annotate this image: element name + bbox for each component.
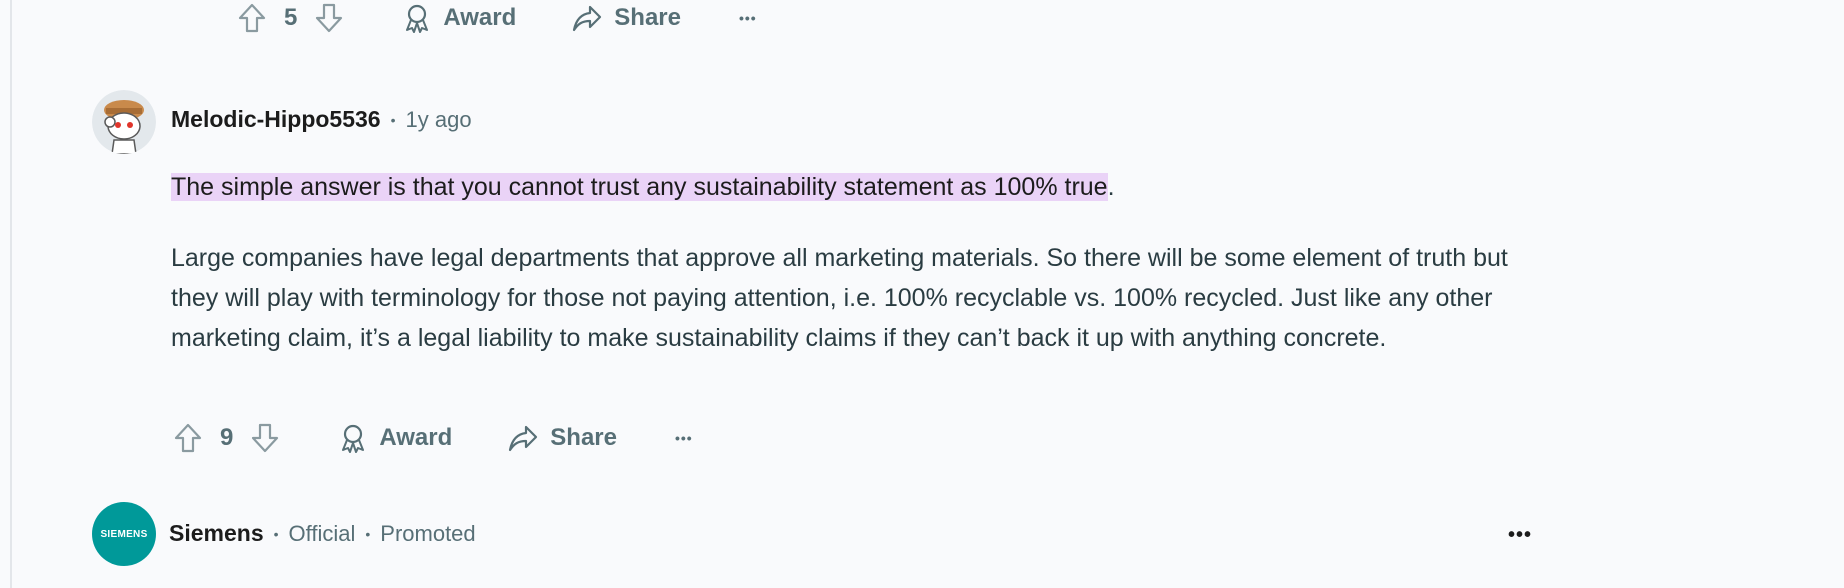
promoted-more-button[interactable]: ••• [1508, 524, 1532, 547]
promoted-header: Siemens • Official • Promoted [169, 520, 476, 547]
share-button[interactable]: Share [572, 4, 681, 32]
comment-first-line: The simple answer is that you cannot tru… [171, 167, 1541, 207]
comment-author[interactable]: Melodic-Hippo5536 [171, 106, 381, 133]
promoted-author[interactable]: Siemens [169, 520, 264, 547]
siemens-logo[interactable]: SIEMENS [92, 502, 156, 566]
share-icon [572, 4, 602, 32]
comment-timestamp[interactable]: 1y ago [406, 107, 472, 133]
comment-body: The simple answer is that you cannot tru… [171, 167, 1541, 207]
highlight-tail: . [1107, 173, 1115, 201]
share-label: Share [614, 4, 681, 31]
award-button[interactable]: Award [403, 3, 516, 33]
share-button[interactable]: Share [508, 424, 617, 452]
separator-dot: • [273, 525, 279, 542]
thread-line [10, 0, 12, 588]
award-label: Award [443, 4, 517, 31]
snoo-avatar-icon [92, 90, 156, 154]
award-icon [403, 3, 431, 33]
upvote-icon[interactable] [172, 422, 204, 454]
vote-count: 5 [284, 4, 298, 31]
separator-dot: • [365, 525, 371, 542]
logo-text: SIEMENS [100, 528, 148, 540]
upvote-icon[interactable] [236, 2, 268, 34]
official-label: Official [288, 520, 356, 546]
more-options-button[interactable]: ••• [675, 430, 693, 446]
highlighted-text: The simple answer is that you cannot tru… [171, 173, 1108, 201]
award-button[interactable]: Award [339, 423, 452, 453]
separator-dot: • [390, 111, 396, 128]
avatar[interactable] [92, 90, 156, 154]
share-label: Share [550, 424, 617, 451]
previous-comment-actions: 5 Award Share ••• [236, 0, 757, 40]
more-icon: ••• [674, 430, 693, 446]
more-options-button[interactable]: ••• [739, 10, 757, 26]
downvote-icon[interactable] [313, 2, 345, 34]
promoted-label: Promoted [380, 520, 476, 546]
award-label: Award [379, 424, 453, 451]
award-icon [339, 423, 367, 453]
downvote-icon[interactable] [249, 422, 281, 454]
comment-header: Melodic-Hippo5536 • 1y ago [171, 106, 472, 133]
more-icon: ••• [1508, 524, 1533, 546]
comment-actions: 9 Award Share ••• [172, 416, 693, 460]
vote-count: 9 [220, 424, 234, 451]
comment-paragraph: Large companies have legal departments t… [171, 244, 1508, 352]
share-icon [508, 424, 538, 452]
more-icon: ••• [738, 10, 757, 26]
